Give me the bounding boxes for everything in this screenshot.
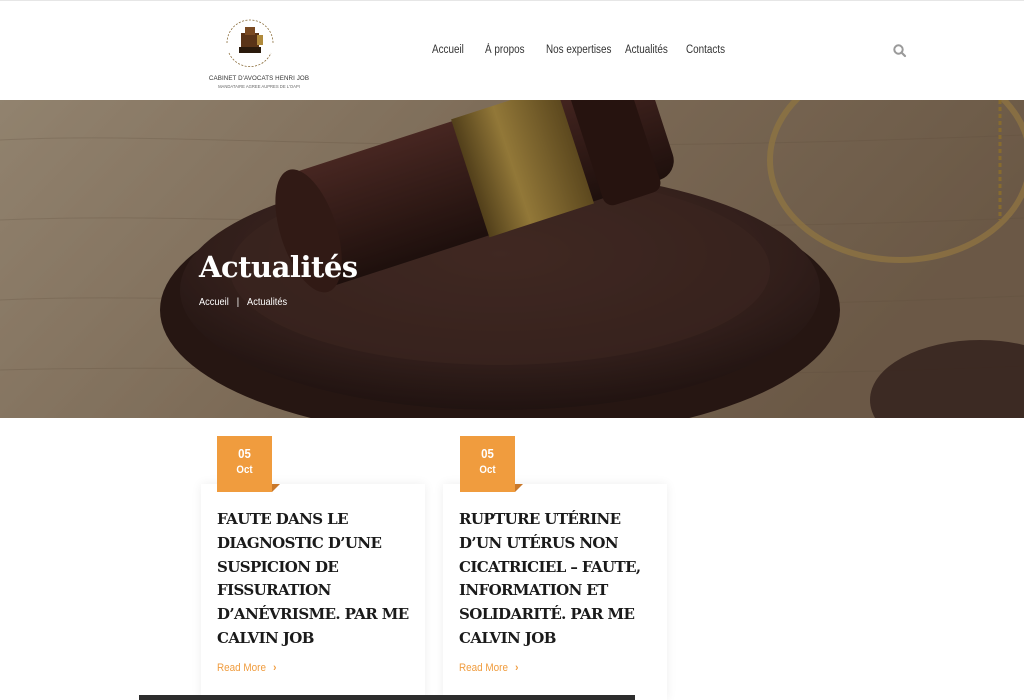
chevron-right-icon: ›: [273, 662, 277, 674]
read-more-label: Read More: [459, 662, 508, 674]
logo-name: CABINET D'AVOCATS HENRI JOB: [208, 75, 310, 82]
post-card: RUPTURE UTÉRINE D’UN UTÉRUS NON CICATRIC…: [443, 484, 667, 700]
badge-fold: [272, 484, 280, 492]
post-date-month: Oct: [479, 464, 496, 476]
badge-fold: [515, 484, 523, 492]
post-title-link[interactable]: RUPTURE UTÉRINE D’UN UTÉRUS NON CICATRIC…: [459, 508, 659, 651]
breadcrumb-current: Actualités: [247, 296, 288, 308]
post-date-badge: 05 Oct: [460, 436, 515, 492]
post-date-badge: 05 Oct: [217, 436, 272, 492]
logo-subtitle: MANDATAIRE AGREE AUPRES DE L'OAPI: [218, 84, 300, 89]
breadcrumb-separator: |: [236, 296, 240, 308]
logo-emblem-icon: [226, 19, 274, 68]
hero-gavel-image: [0, 100, 1024, 418]
search-icon: [893, 44, 907, 58]
nav-item-contacts[interactable]: Contacts: [686, 44, 725, 56]
post-date-day: 05: [481, 446, 494, 461]
post-card: FAUTE DANS LE DIAGNOSTIC D’UNE SUSPICION…: [201, 484, 425, 700]
post-date-day: 05: [238, 446, 251, 461]
nav-item-actualites[interactable]: Actualités: [625, 44, 668, 56]
post-title-link[interactable]: FAUTE DANS LE DIAGNOSTIC D’UNE SUSPICION…: [217, 508, 417, 651]
page-hero: Actualités Accueil | Actualités: [0, 100, 1024, 418]
bottom-scroll-bar: [139, 695, 635, 700]
post-date-month: Oct: [236, 464, 253, 476]
site-header: CABINET D'AVOCATS HENRI JOB MANDATAIRE A…: [0, 0, 1024, 100]
search-button[interactable]: [892, 43, 908, 59]
read-more-link[interactable]: Read More ›: [459, 662, 518, 674]
nav-item-accueil[interactable]: Accueil: [432, 44, 464, 56]
breadcrumb: Accueil | Actualités: [199, 296, 287, 308]
read-more-link[interactable]: Read More ›: [217, 662, 276, 674]
nav-item-nos-expertises[interactable]: Nos expertises: [546, 44, 611, 56]
read-more-label: Read More: [217, 662, 266, 674]
nav-item-a-propos[interactable]: À propos: [485, 44, 525, 56]
breadcrumb-home-link[interactable]: Accueil: [199, 296, 229, 308]
site-logo[interactable]: CABINET D'AVOCATS HENRI JOB MANDATAIRE A…: [203, 13, 315, 93]
chevron-right-icon: ›: [515, 662, 519, 674]
page-title: Actualités: [199, 250, 358, 284]
